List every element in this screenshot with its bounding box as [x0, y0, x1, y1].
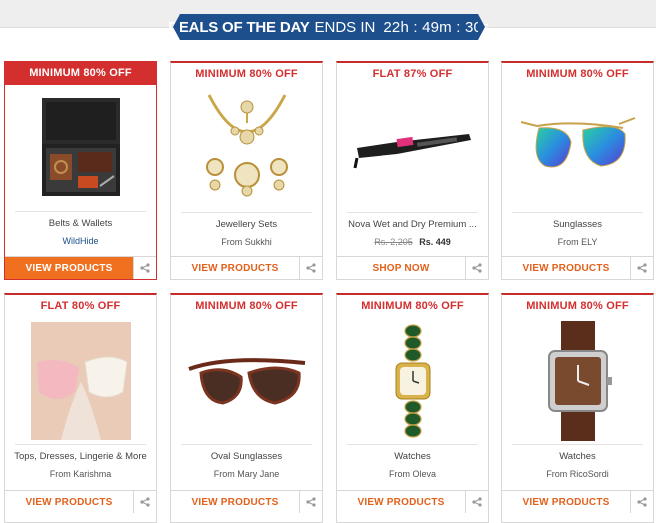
- brand-name: From Oleva: [388, 469, 436, 479]
- share-button[interactable]: [300, 257, 322, 279]
- deal-card[interactable]: FLAT 87% OFF Nova Wet and Dry Premium ..…: [336, 61, 489, 280]
- leather-watch-icon: [547, 321, 612, 441]
- card-actions: VIEW PRODUCTS: [502, 256, 653, 279]
- deal-card[interactable]: MINIMUM 80% OFF Belts & Wallets WildHide…: [4, 61, 157, 280]
- aviator-sunglasses-icon: [520, 117, 635, 168]
- product-image[interactable]: [347, 318, 478, 445]
- jewellery-set-icon: [205, 94, 288, 197]
- deal-card[interactable]: MINIMUM 80% OFF Watches From Oleva VIEW …: [336, 293, 489, 523]
- card-actions: SHOP NOW: [337, 256, 488, 279]
- offer-label: MINIMUM 80% OFF: [195, 300, 298, 312]
- category-name: Oval Sunglasses: [210, 451, 283, 462]
- original-price: Rs. 2,205: [374, 237, 413, 247]
- card-actions: VIEW PRODUCTS: [5, 256, 156, 279]
- share-icon: [140, 497, 150, 507]
- product-image[interactable]: [512, 318, 643, 445]
- deal-card[interactable]: MINIMUM 80% OFF Jewellery Sets From Sukk…: [170, 61, 323, 280]
- brand-name: From Karishma: [49, 469, 112, 479]
- sale-price: Rs. 449: [419, 237, 451, 247]
- offer-label: MINIMUM 80% OFF: [195, 68, 298, 80]
- product-image[interactable]: [15, 318, 146, 445]
- share-button[interactable]: [466, 491, 488, 513]
- view-products-button[interactable]: VIEW PRODUCTS: [171, 491, 300, 513]
- share-icon: [637, 263, 647, 273]
- view-products-button[interactable]: VIEW PRODUCTS: [5, 491, 134, 513]
- brand-name: From Sukkhi: [221, 237, 272, 247]
- brand-name: From RicoSordi: [546, 469, 609, 479]
- offer-label: MINIMUM 80% OFF: [526, 300, 629, 312]
- share-button[interactable]: [134, 491, 156, 513]
- view-products-button[interactable]: VIEW PRODUCTS: [502, 257, 631, 279]
- share-button[interactable]: [466, 257, 488, 279]
- card-actions: VIEW PRODUCTS: [337, 490, 488, 513]
- category-name: Nova Wet and Dry Premium ...: [348, 219, 477, 230]
- category-name: Watches: [394, 451, 431, 462]
- belt-wallet-giftbox-icon: [41, 98, 120, 196]
- category-name: Belts & Wallets: [48, 218, 113, 229]
- category-name: Sunglasses: [552, 219, 603, 230]
- share-icon: [637, 497, 647, 507]
- deal-card[interactable]: MINIMUM 80% OFF Watches From RicoSordi V…: [501, 293, 654, 523]
- countdown-timer: 22h : 49m : 30s: [383, 18, 490, 36]
- share-icon: [140, 263, 150, 273]
- offer-label: FLAT 87% OFF: [372, 68, 453, 80]
- deals-banner: DEALS OF THE DAY ENDS IN 22h : 49m : 30s: [168, 14, 490, 40]
- deal-card[interactable]: MINIMUM 80% OFF Sunglasses From ELY VIEW…: [501, 61, 654, 280]
- view-products-button[interactable]: VIEW PRODUCTS: [337, 491, 466, 513]
- product-image[interactable]: [181, 86, 312, 213]
- product-image[interactable]: [15, 85, 146, 212]
- deals-title: DEALS OF THE DAY: [168, 18, 310, 36]
- deal-card[interactable]: FLAT 80% OFF Tops, Dresses, Lingerie & M…: [4, 293, 157, 523]
- deal-card[interactable]: MINIMUM 80% OFF Oval Sunglasses From Mar…: [170, 293, 323, 523]
- bracelet-watch-icon: [395, 324, 430, 438]
- share-icon: [472, 263, 482, 273]
- view-products-button[interactable]: VIEW PRODUCTS: [5, 257, 134, 279]
- product-image[interactable]: [181, 318, 312, 445]
- deals-ends-label: ENDS IN: [314, 18, 376, 36]
- share-button[interactable]: [631, 491, 653, 513]
- hair-straightener-icon: [353, 134, 471, 169]
- card-actions: VIEW PRODUCTS: [171, 256, 322, 279]
- card-actions: VIEW PRODUCTS: [171, 490, 322, 513]
- view-products-button[interactable]: VIEW PRODUCTS: [171, 257, 300, 279]
- share-button[interactable]: [300, 491, 322, 513]
- price: Rs. 2,205 Rs. 449: [337, 237, 488, 249]
- offer-label: FLAT 80% OFF: [40, 300, 121, 312]
- category-name: Tops, Dresses, Lingerie & More: [14, 451, 147, 462]
- category-name: Watches: [559, 451, 596, 462]
- share-icon: [472, 497, 482, 507]
- brand-name: From Mary Jane: [213, 469, 280, 479]
- share-icon: [306, 497, 316, 507]
- brand-link[interactable]: WildHide: [5, 236, 156, 248]
- brand-name: From ELY: [557, 237, 598, 247]
- offer-label: MINIMUM 80% OFF: [361, 300, 464, 312]
- share-button[interactable]: [134, 257, 156, 279]
- oval-sunglasses-icon: [187, 358, 305, 405]
- category-name: Jewellery Sets: [215, 219, 278, 230]
- offer-label: MINIMUM 80% OFF: [526, 68, 629, 80]
- product-image[interactable]: [347, 86, 478, 213]
- shop-now-button[interactable]: SHOP NOW: [337, 257, 466, 279]
- share-button[interactable]: [631, 257, 653, 279]
- offer-label: MINIMUM 80% OFF: [5, 62, 156, 85]
- share-icon: [306, 263, 316, 273]
- card-actions: VIEW PRODUCTS: [5, 490, 156, 513]
- view-products-button[interactable]: VIEW PRODUCTS: [502, 491, 631, 513]
- product-image[interactable]: [512, 86, 643, 213]
- card-actions: VIEW PRODUCTS: [502, 490, 653, 513]
- lingerie-icon: [30, 322, 131, 440]
